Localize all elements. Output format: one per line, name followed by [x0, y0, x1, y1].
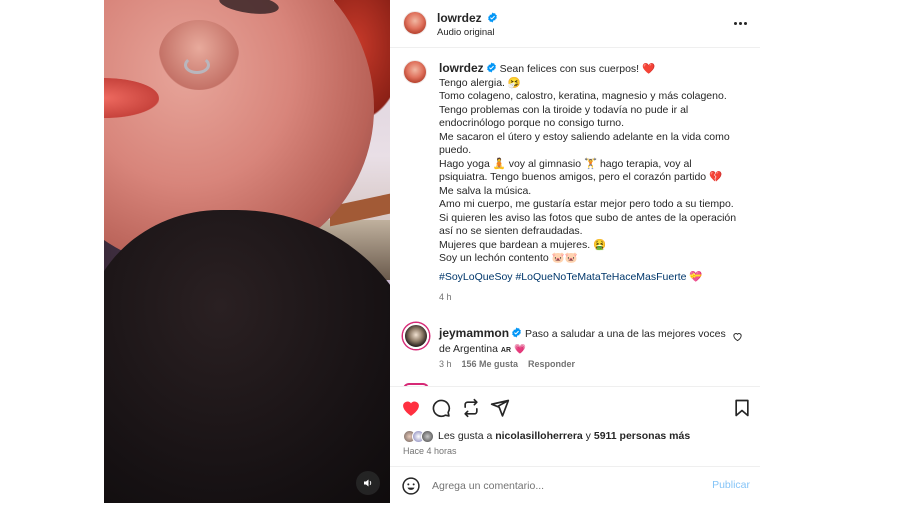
caption-avatar[interactable]: [403, 60, 427, 84]
comment-emoji: 💗: [513, 344, 526, 355]
video-coat: [104, 210, 390, 503]
likes-prefix: Les gusta a: [438, 430, 496, 442]
post-video[interactable]: [104, 0, 390, 503]
post-header: lowrdez Audio original: [390, 0, 760, 48]
caption-line-9: Me salva la música.: [439, 184, 532, 197]
video-eye-right: [218, 0, 280, 18]
comment-username[interactable]: jeymammon: [439, 326, 509, 340]
emoji-icon[interactable]: [401, 476, 421, 496]
comment-input[interactable]: [432, 478, 682, 494]
verified-icon: [512, 327, 521, 338]
caption-line-11: Si quieren les aviso las fotos que subo …: [439, 211, 737, 224]
audio-label[interactable]: Audio original: [437, 27, 495, 38]
repost-icon: [464, 398, 478, 418]
verified-icon: [486, 62, 496, 73]
repost-button[interactable]: [461, 398, 481, 418]
likes-text: Les gusta a nicolasilloherrera y 5911 pe…: [438, 430, 690, 442]
author-username[interactable]: lowrdez: [437, 11, 482, 25]
video-nose: [159, 20, 239, 90]
sound-toggle-button[interactable]: [356, 471, 380, 495]
more-options-button[interactable]: [731, 15, 749, 31]
comment-heart-icon[interactable]: [732, 331, 743, 342]
comment-time: 3 h: [439, 359, 452, 369]
caption-line-5: Me sacaron el útero y estoy saliendo ade…: [439, 130, 730, 143]
send-icon: [490, 399, 510, 417]
video-lips: [104, 78, 159, 118]
caption-line-12: así no se sienten defraudadas.: [439, 225, 583, 237]
post-panel: lowrdez Audio original lowrdez Sean feli…: [390, 0, 760, 505]
comment-meta: 3 h 156 Me gusta Responder: [439, 359, 575, 369]
comment-reply-button[interactable]: Responder: [528, 359, 575, 369]
caption-line-3: Tengo problemas con la tiroide y todavía…: [439, 103, 689, 116]
comment-text: jeymammon Paso a saludar a una de las me…: [439, 326, 734, 358]
caption-line-10: Amo mi cuerpo, me gustaría estar mejor p…: [439, 198, 734, 210]
comment-likes[interactable]: 156 Me gusta: [462, 359, 519, 369]
action-bar: [390, 386, 760, 428]
comments-section[interactable]: lowrdez Sean felices con sus cuerpos! ❤️…: [390, 48, 760, 386]
caption-line-6: puedo.: [439, 144, 472, 156]
video-eye-left: [104, 0, 115, 2]
bookmark-icon: [735, 399, 749, 417]
comment-flag: AR: [500, 347, 512, 354]
save-button[interactable]: [732, 398, 752, 418]
caption-line-13: Mujeres que bardean a mujeres. 🤮: [439, 238, 607, 251]
comment-composer: Publicar: [390, 466, 760, 505]
heart-icon: [403, 401, 419, 416]
comment-icon: [432, 399, 451, 418]
likes-user[interactable]: nicolasilloherrera: [495, 430, 583, 442]
video-nose-ring: [184, 56, 210, 74]
verified-icon: [488, 12, 497, 23]
comment-button[interactable]: [431, 398, 451, 418]
like-button[interactable]: [401, 398, 421, 418]
caption-line-7: Hago yoga 🧘 voy al gimnasio 🏋️ hago tera…: [439, 157, 692, 170]
sound-icon: [364, 479, 372, 487]
more-dot: [738, 21, 742, 25]
caption-line-1: Tengo alergia. 🤧: [439, 76, 521, 89]
caption-username[interactable]: lowrdez: [439, 61, 484, 75]
caption-line-8: psiquiatra. Tengo buenos amigos, pero el…: [439, 171, 723, 183]
likes-summary[interactable]: Les gusta a nicolasilloherrera y 5911 pe…: [403, 428, 690, 444]
send-button[interactable]: [490, 398, 510, 418]
caption-line-14: Soy un lechón contento 🐷🐷: [439, 252, 578, 264]
caption-line-0: Sean felices con sus cuerpos! ❤️: [499, 63, 656, 75]
author-avatar[interactable]: [403, 11, 427, 35]
caption-time: 4 h: [439, 292, 452, 302]
comment-avatar[interactable]: [403, 323, 429, 349]
more-dot: [743, 21, 747, 25]
publish-button[interactable]: Publicar: [712, 479, 750, 491]
caption-line-2: Tomo colageno, calostro, keratina, magne…: [439, 90, 727, 102]
author-name-wrap: lowrdez: [437, 11, 498, 25]
more-icon: [733, 21, 737, 25]
likes-mid: y: [582, 430, 594, 442]
post-timestamp: Hace 4 horas: [403, 446, 457, 456]
likes-count[interactable]: 5911 personas más: [594, 430, 690, 442]
caption-line: lowrdez Sean felices con sus cuerpos! ❤️: [439, 61, 754, 77]
liker-avatar: [421, 429, 434, 443]
caption-line-4: endocrinólogo porque no consigo turno.: [439, 117, 625, 129]
caption-hashtags[interactable]: #SoyLoQueSoy #LoQueNoTeMataTeHaceMasFuer…: [439, 271, 754, 285]
caption-text: lowrdez Sean felices con sus cuerpos! ❤️…: [439, 61, 754, 305]
